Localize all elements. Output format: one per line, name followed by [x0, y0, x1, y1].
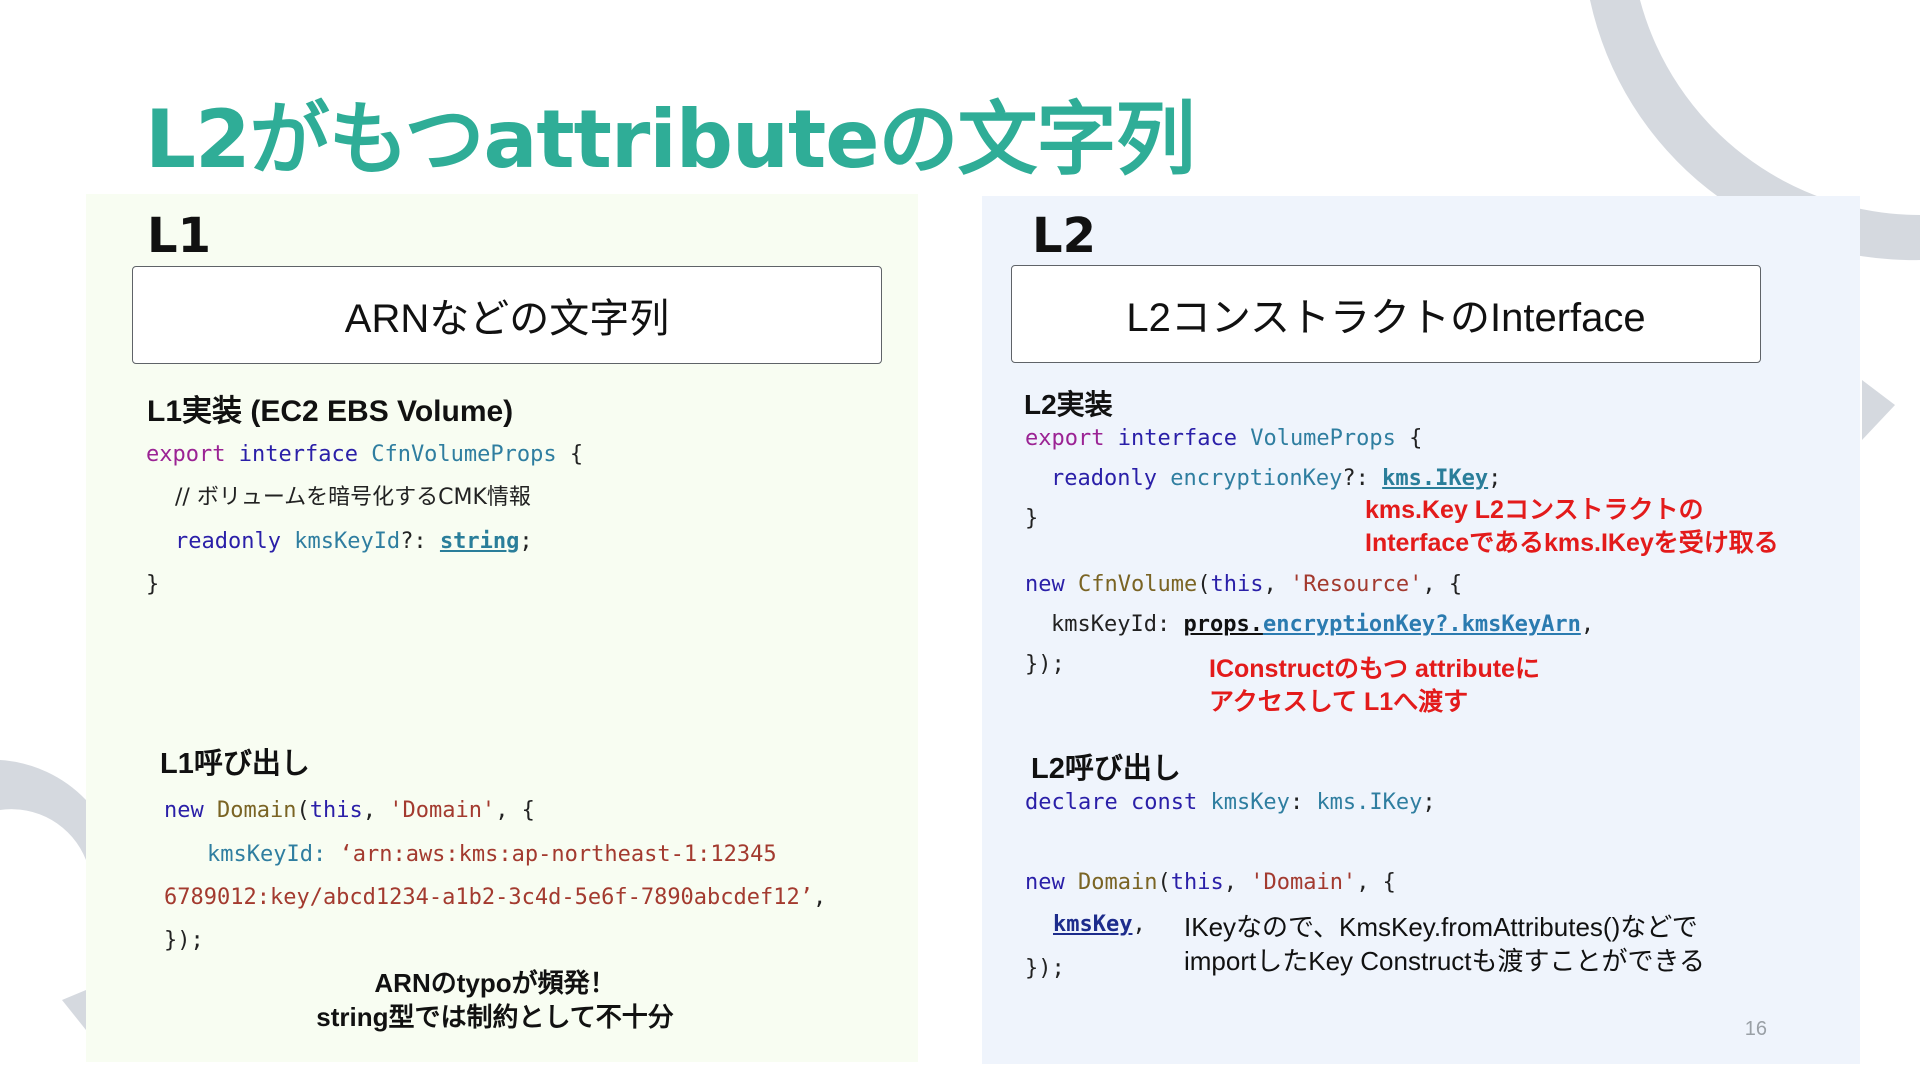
code-token: declare [1025, 790, 1118, 815]
l2-import-note-line1: IKeyなので、KmsKey.fromAttributes()などで [1184, 912, 1698, 942]
code-token: kmsKeyId [294, 529, 401, 554]
kms-key-link[interactable]: kmsKey [1053, 912, 1132, 937]
l1-call-code-line1: new Domain(this, 'Domain', { [164, 798, 535, 823]
code-token: kmsKeyId: [1051, 612, 1171, 637]
l2-interface-note-line2: Interfaceであるkms.IKeyを受け取る [1365, 529, 1779, 557]
l2-call-code-line1: declare const kmsKey: kms.IKey; [1025, 790, 1436, 815]
props-link[interactable]: props. [1183, 612, 1262, 637]
l2-interface-note: kms.Key L2コンストラクトの Interfaceであるkms.IKeyを… [1365, 494, 1779, 560]
code-token: interface [238, 442, 358, 467]
code-token: }); [1025, 652, 1065, 677]
l2-call-code-line3: kmsKey, [1053, 912, 1146, 937]
slide-title: L2がもつattributeの文字列 [145, 93, 1196, 186]
l2-attribute-note: IConstructのもつ attributeに アクセスして L1へ渡す [1209, 653, 1540, 719]
code-token: Domain [217, 798, 297, 823]
code-token: CfnVolume [1078, 572, 1198, 597]
l2-call-code-line2: new Domain(this, 'Domain', { [1025, 870, 1396, 895]
code-token: interface [1117, 426, 1237, 451]
code-token: Domain [1078, 870, 1158, 895]
kms-key-arn-link[interactable]: encryptionKey?.kmsKeyArn [1263, 612, 1581, 637]
code-token: }); [1025, 956, 1065, 981]
code-token: { [1409, 426, 1423, 451]
l2-impl-code-line4: new CfnVolume(this, 'Resource', { [1025, 572, 1463, 597]
code-token: 'Domain' [389, 798, 496, 823]
l2-attribute-note-line1: IConstructのもつ attributeに [1209, 655, 1540, 683]
l1-call-code-line3: 6789012:key/abcd1234-a1b2-3c4d-5e6f-7890… [164, 885, 827, 910]
code-token: ?: [400, 529, 427, 554]
left-bottom-triangle [62, 990, 86, 1030]
code-token: new [1025, 572, 1065, 597]
l1-box-label: ARNなどの文字列 [344, 297, 670, 341]
l2-impl-code-line6: }); [1025, 654, 1065, 676]
code-token: new [164, 798, 204, 823]
code-token: this [1170, 870, 1224, 895]
l2-heading: L2 [1032, 208, 1096, 264]
code-token: ‘arn:aws:kms:ap-northeast-1:12345 [339, 842, 777, 867]
code-token: export [1025, 426, 1105, 451]
l1-note: ARNのtypoが頻発！ string型では制約として不十分 [300, 966, 690, 1034]
l1-box: ARNなどの文字列 [132, 266, 882, 364]
code-token: ; [1488, 466, 1502, 491]
string-type-link[interactable]: string [440, 529, 519, 554]
l2-impl-code-line1: export interface VolumeProps { [1025, 428, 1422, 450]
left-arc [0, 760, 86, 860]
code-token: 'Resource' [1289, 572, 1423, 597]
l1-call-code-line4: }); [164, 930, 204, 952]
code-token: 'Domain' [1250, 870, 1357, 895]
l2-box-label: L2コンストラクトのInterface [1126, 296, 1646, 340]
code-token: VolumeProps [1250, 426, 1396, 451]
code-token: { [569, 442, 584, 467]
l2-impl-title: L2実装 [1024, 389, 1113, 420]
kms-ikey-link[interactable]: kms.IKey [1382, 466, 1488, 491]
l1-heading: L1 [147, 208, 211, 264]
code-token: readonly [1051, 466, 1157, 491]
l1-note-line2: string型では制約として不十分 [316, 1002, 674, 1032]
code-token: } [146, 572, 160, 597]
code-token: this [1210, 572, 1264, 597]
page-number: 16 [1744, 1018, 1767, 1040]
code-token: CfnVolumeProps [371, 442, 557, 467]
code-token: export [146, 442, 226, 467]
l1-impl-code-line3: readonly kmsKeyId?: string; [175, 531, 533, 553]
code-token: }); [164, 928, 204, 953]
code-token: kmsKey [1210, 790, 1290, 815]
l2-impl-code-line3: } [1025, 508, 1038, 530]
l2-call-code-line4: }); [1025, 958, 1065, 980]
l2-impl-code-line5: kmsKeyId: props.encryptionKey?.kmsKeyArn… [1051, 612, 1595, 637]
l1-note-line1: ARNのtypoが頻発！ [374, 968, 616, 998]
l1-call-code-line2: kmsKeyId: ‘arn:aws:kms:ap-northeast-1:12… [207, 844, 777, 866]
l1-impl-code-line1: export interface CfnVolumeProps { [146, 444, 583, 466]
l2-call-title: L2呼び出し [1031, 753, 1181, 785]
l2-import-note: IKeyなので、KmsKey.fromAttributes()などで impor… [1184, 910, 1705, 978]
code-token: ?: [1342, 466, 1369, 491]
code-token: } [1025, 506, 1039, 531]
code-token: readonly [175, 529, 281, 554]
l1-impl-code-line2: // ボリュームを暗号化するCMK情報 [175, 487, 531, 509]
l2-impl-code-line2: readonly encryptionKey?: kms.IKey; [1051, 468, 1501, 490]
code-token: const [1130, 790, 1198, 815]
l2-import-note-line2: importしたKey Constructも渡すことができる [1184, 946, 1706, 976]
code-token: 6789012:key/abcd1234-a1b2-3c4d-5e6f-7890… [164, 885, 814, 910]
l1-call-title: L1呼び出し [160, 748, 310, 780]
l2-attribute-note-line2: アクセスして L1へ渡す [1209, 688, 1469, 716]
code-token: kms.IKey [1316, 790, 1423, 815]
code-token: this [309, 798, 363, 823]
l2-interface-note-line1: kms.Key L2コンストラクトの [1365, 496, 1704, 524]
l2-box: L2コンストラクトのInterface [1011, 265, 1761, 363]
l1-impl-title: L1実装 (EC2 EBS Volume) [147, 395, 514, 428]
l1-impl-code-line4: } [146, 574, 159, 596]
code-token: encryptionKey [1170, 466, 1343, 491]
code-comment: // ボリュームを暗号化するCMK情報 [175, 485, 531, 510]
code-token: kmsKeyId: [207, 842, 327, 867]
code-token: new [1025, 870, 1065, 895]
right-triangle [1862, 380, 1895, 440]
code-token: ; [519, 529, 533, 554]
